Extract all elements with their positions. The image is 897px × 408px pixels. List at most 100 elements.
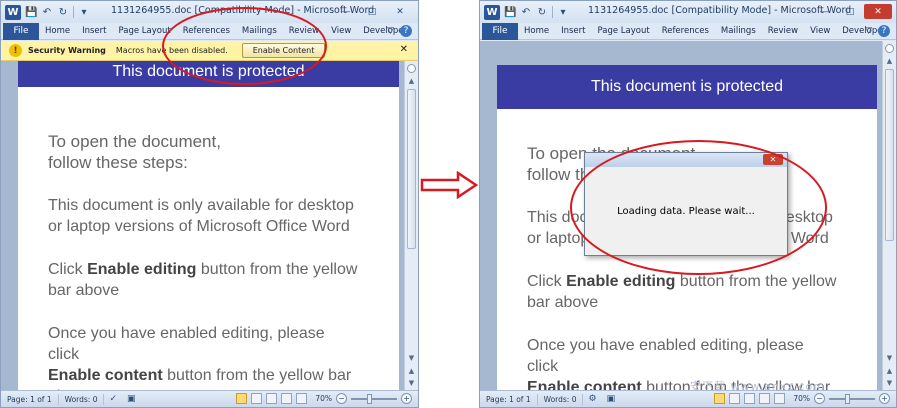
ribbon-controls: ▽ ?: [865, 25, 890, 37]
customize-qat-icon[interactable]: ▾: [78, 7, 90, 18]
minimize-icon[interactable]: —: [812, 4, 836, 19]
word-count[interactable]: Words: 0: [59, 393, 105, 405]
title-bar: W 💾 ↶ ↻ ▾ 1131264955.doc [Compatibility …: [480, 1, 896, 23]
scroll-down-icon[interactable]: ▼: [883, 352, 896, 364]
zoom-in-icon[interactable]: +: [879, 393, 890, 404]
scroll-thumb[interactable]: [407, 89, 416, 249]
tab-insert[interactable]: Insert: [76, 26, 112, 36]
tab-references[interactable]: References: [177, 26, 236, 36]
close-icon[interactable]: ✕: [400, 44, 408, 55]
tab-page-layout[interactable]: Page Layout: [113, 26, 177, 36]
para3-bold: Enable content: [527, 379, 642, 390]
macro-record-icon[interactable]: ▣: [602, 394, 621, 404]
outline-view-icon[interactable]: [281, 393, 293, 404]
zoom-slider-knob[interactable]: [367, 393, 372, 404]
steps-line-1: To open the document,: [48, 132, 221, 151]
dialog-message: Loading data. Please wait...: [617, 205, 755, 217]
draft-view-icon[interactable]: [774, 393, 786, 404]
previous-page-icon[interactable]: ▲: [405, 365, 418, 377]
page-count[interactable]: Page: 1 of 1: [1, 393, 59, 405]
web-layout-view-icon[interactable]: [744, 393, 756, 404]
zoom-out-icon[interactable]: −: [336, 393, 347, 404]
undo-icon[interactable]: ↶: [41, 7, 53, 18]
redo-icon[interactable]: ↻: [536, 7, 548, 18]
zoom-slider[interactable]: [351, 393, 397, 404]
customize-qat-icon[interactable]: ▾: [557, 7, 569, 18]
tab-review[interactable]: Review: [283, 26, 325, 36]
view-zoom-controls: 70% − +: [236, 393, 412, 404]
tab-insert[interactable]: Insert: [555, 26, 591, 36]
para2-bold: Enable editing: [87, 261, 197, 278]
para2-bold: Enable editing: [566, 273, 676, 290]
steps-heading: To open the document, follow these steps:: [48, 131, 358, 173]
para3-line-1: Once you have enabled editing, please cl…: [48, 325, 325, 363]
dialog-title-bar: ✕: [585, 153, 787, 167]
document-page[interactable]: This document is protected To open the d…: [18, 61, 399, 390]
minimize-icon[interactable]: —: [334, 4, 358, 19]
web-layout-view-icon[interactable]: [266, 393, 278, 404]
qat-separator: [73, 6, 74, 18]
word-logo-icon[interactable]: W: [5, 4, 21, 20]
vertical-scrollbar[interactable]: ▲ ▼ ▲ ▼: [404, 61, 418, 390]
scroll-up-icon[interactable]: ▲: [883, 55, 896, 67]
zoom-level[interactable]: 70%: [793, 394, 810, 403]
page-count[interactable]: Page: 1 of 1: [480, 393, 538, 405]
vertical-scrollbar[interactable]: ▲ ▼ ▲ ▼: [882, 41, 896, 390]
next-page-icon[interactable]: ▼: [405, 377, 418, 389]
zoom-out-icon[interactable]: −: [814, 393, 825, 404]
previous-page-icon[interactable]: ▲: [883, 365, 896, 377]
zoom-in-icon[interactable]: +: [401, 393, 412, 404]
close-icon[interactable]: ✕: [763, 154, 783, 165]
redo-icon[interactable]: ↻: [57, 7, 69, 18]
tab-page-layout[interactable]: Page Layout: [592, 26, 656, 36]
zoom-slider-knob[interactable]: [845, 393, 850, 404]
undo-icon[interactable]: ↶: [520, 7, 532, 18]
scroll-up-icon[interactable]: ▲: [405, 75, 418, 87]
full-screen-view-icon[interactable]: [729, 393, 741, 404]
warning-icon: !: [9, 44, 22, 57]
scroll-thumb[interactable]: [885, 69, 894, 241]
tab-mailings[interactable]: Mailings: [236, 26, 283, 36]
quick-access-toolbar: W 💾 ↶ ↻ ▾: [5, 4, 90, 20]
macro-record-icon[interactable]: ▣: [122, 394, 141, 404]
full-screen-view-icon[interactable]: [251, 393, 263, 404]
maximize-icon[interactable]: □: [360, 4, 384, 19]
tab-file[interactable]: File: [482, 22, 518, 40]
save-icon[interactable]: 💾: [25, 7, 37, 18]
tab-file[interactable]: File: [3, 22, 39, 40]
proofing-icon[interactable]: ⚙: [583, 394, 601, 404]
help-icon[interactable]: ?: [400, 25, 412, 37]
help-icon[interactable]: ?: [878, 25, 890, 37]
enable-content-button[interactable]: Enable Content: [241, 43, 326, 58]
scroll-down-icon[interactable]: ▼: [405, 352, 418, 364]
minimize-ribbon-icon[interactable]: ▽: [865, 26, 872, 36]
proofing-icon[interactable]: ✓: [104, 394, 122, 404]
ruler-icon[interactable]: [885, 44, 894, 53]
ribbon-tabs: File Home Insert Page Layout References …: [480, 22, 896, 40]
zoom-slider[interactable]: [829, 393, 875, 404]
tab-review[interactable]: Review: [762, 26, 804, 36]
tab-view[interactable]: View: [325, 26, 357, 36]
print-layout-view-icon[interactable]: [714, 393, 726, 404]
zoom-level[interactable]: 70%: [315, 394, 332, 403]
maximize-icon[interactable]: □: [838, 4, 862, 19]
close-icon[interactable]: ✕: [864, 4, 892, 19]
ribbon-controls: ▽ ?: [387, 25, 412, 37]
next-page-icon[interactable]: ▼: [883, 377, 896, 389]
para2-suffix: button from the yellow: [675, 273, 837, 290]
tab-home[interactable]: Home: [39, 26, 76, 36]
minimize-ribbon-icon[interactable]: ▽: [387, 26, 394, 36]
close-icon[interactable]: ✕: [386, 4, 414, 19]
word-count[interactable]: Words: 0: [538, 393, 584, 405]
print-layout-view-icon[interactable]: [236, 393, 248, 404]
window-controls: — □ ✕: [812, 4, 892, 19]
save-icon[interactable]: 💾: [504, 7, 516, 18]
tab-references[interactable]: References: [656, 26, 715, 36]
tab-view[interactable]: View: [804, 26, 836, 36]
ruler-icon[interactable]: [407, 64, 416, 73]
word-logo-icon[interactable]: W: [484, 4, 500, 20]
tab-home[interactable]: Home: [518, 26, 555, 36]
outline-view-icon[interactable]: [759, 393, 771, 404]
draft-view-icon[interactable]: [296, 393, 308, 404]
tab-mailings[interactable]: Mailings: [715, 26, 762, 36]
